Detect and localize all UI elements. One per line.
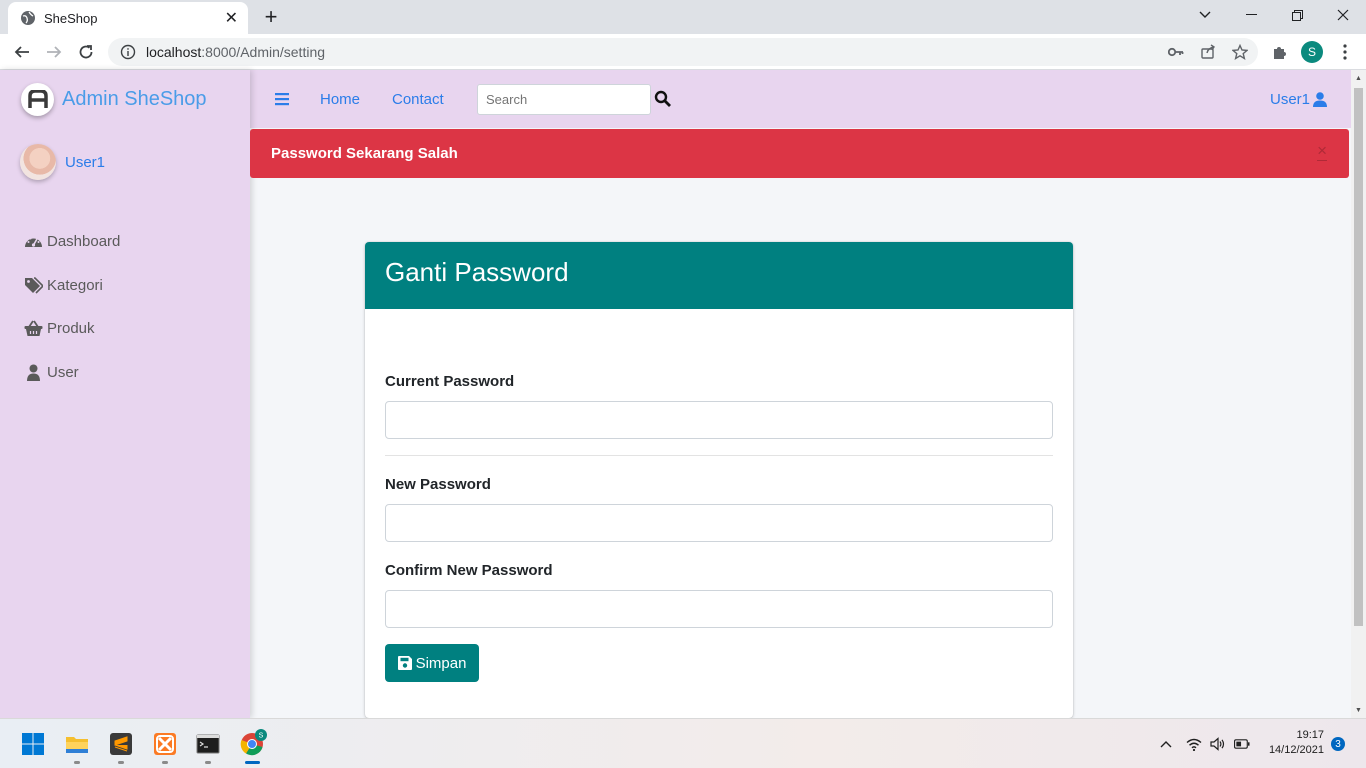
sidebar-item-label: Dashboard bbox=[47, 233, 121, 251]
tab-search-icon[interactable] bbox=[1182, 0, 1228, 30]
brand-logo bbox=[21, 82, 54, 116]
user-icon bbox=[27, 364, 40, 381]
clock-date: 14/12/2021 bbox=[1268, 744, 1324, 756]
windows-start-icon[interactable] bbox=[21, 732, 45, 756]
notification-badge[interactable]: 3 bbox=[1331, 737, 1345, 751]
sidebar-item-label: User bbox=[47, 363, 79, 381]
scroll-down-icon[interactable]: ▼ bbox=[1354, 705, 1363, 715]
terminal-icon[interactable] bbox=[196, 732, 220, 756]
sidebar-item-label: Produk bbox=[47, 320, 95, 338]
new-tab-button[interactable]: + bbox=[258, 4, 284, 30]
arrow-left-icon bbox=[14, 46, 29, 58]
error-alert: Password Sekarang Salah × bbox=[250, 129, 1349, 178]
key-icon[interactable] bbox=[1166, 42, 1186, 62]
search-icon[interactable] bbox=[654, 90, 672, 108]
save-button-label: Simpan bbox=[415, 654, 467, 672]
address-bar[interactable]: localhost:8000/Admin/setting bbox=[108, 38, 1258, 66]
tab-close-icon[interactable]: ✕ bbox=[225, 8, 238, 28]
chrome-profile-badge: S bbox=[259, 733, 264, 740]
scroll-up-icon[interactable]: ▲ bbox=[1354, 73, 1363, 83]
confirm-password-input[interactable] bbox=[385, 590, 1053, 628]
top-navbar: Home Contact User1 bbox=[250, 70, 1351, 128]
nav-contact-link[interactable]: Contact bbox=[392, 91, 444, 108]
windows-taskbar: S 19:17 14/12/2021 3 bbox=[0, 718, 1366, 768]
current-password-input[interactable] bbox=[385, 401, 1053, 439]
tags-icon bbox=[25, 276, 43, 294]
sidebar-item-user[interactable]: User bbox=[24, 351, 120, 395]
taskbar-indicator bbox=[162, 761, 168, 764]
brand-logo-icon bbox=[27, 90, 48, 108]
brand-text: Admin SheShop bbox=[62, 87, 207, 110]
user-menu-label: User1 bbox=[1269, 91, 1310, 108]
card-header: Ganti Password bbox=[365, 242, 1073, 309]
xampp-icon[interactable] bbox=[153, 732, 177, 756]
save-icon bbox=[397, 656, 412, 670]
change-password-card: Ganti Password Current Password New Pass… bbox=[365, 242, 1073, 718]
avatar bbox=[20, 144, 56, 180]
browser-tab[interactable]: SheShop ✕ bbox=[8, 2, 248, 34]
arrow-right-icon bbox=[47, 46, 62, 58]
system-clock[interactable]: 19:17 14/12/2021 bbox=[1262, 728, 1324, 758]
taskbar-active-indicator bbox=[245, 761, 260, 764]
info-icon[interactable] bbox=[120, 44, 136, 60]
scroll-thumb[interactable] bbox=[1354, 88, 1363, 626]
current-password-label: Current Password bbox=[385, 373, 515, 390]
reload-button[interactable] bbox=[74, 40, 98, 64]
volume-icon[interactable] bbox=[1210, 736, 1226, 752]
wifi-icon[interactable] bbox=[1186, 736, 1202, 752]
tachometer-icon bbox=[25, 237, 42, 248]
url-text: localhost:8000/Admin/setting bbox=[146, 44, 326, 60]
profile-avatar[interactable]: S bbox=[1301, 41, 1323, 63]
page-scrollbar[interactable]: ▲ ▼ bbox=[1351, 70, 1366, 718]
sidebar-menu: Dashboard Kategori Produk User bbox=[24, 220, 120, 394]
sidebar-username[interactable]: User1 bbox=[65, 154, 105, 171]
extensions-icon[interactable] bbox=[1270, 42, 1290, 62]
back-button[interactable] bbox=[10, 40, 34, 64]
divider bbox=[385, 455, 1053, 456]
new-password-input[interactable] bbox=[385, 504, 1053, 542]
taskbar-indicator bbox=[205, 761, 211, 764]
restore-button[interactable] bbox=[1274, 0, 1320, 30]
tab-title: SheShop bbox=[44, 10, 98, 26]
card-title: Ganti Password bbox=[385, 257, 569, 287]
clock-time: 19:17 bbox=[1296, 729, 1324, 741]
file-explorer-icon[interactable] bbox=[65, 732, 89, 756]
battery-icon[interactable] bbox=[1234, 736, 1250, 752]
alert-message: Password Sekarang Salah bbox=[271, 145, 458, 162]
reload-icon bbox=[79, 45, 93, 59]
share-icon[interactable] bbox=[1198, 42, 1218, 62]
tray-chevron-up-icon[interactable] bbox=[1158, 736, 1174, 752]
bookmark-star-icon[interactable] bbox=[1230, 42, 1250, 62]
minimize-button[interactable] bbox=[1228, 0, 1274, 30]
sublime-text-icon[interactable] bbox=[109, 732, 133, 756]
confirm-password-label: Confirm New Password bbox=[385, 562, 553, 579]
more-menu-icon[interactable] bbox=[1335, 42, 1355, 62]
new-password-label: New Password bbox=[385, 476, 491, 493]
sidebar-item-dashboard[interactable]: Dashboard bbox=[24, 220, 120, 264]
taskbar-indicator bbox=[118, 761, 124, 764]
brand-link[interactable]: Admin SheShop bbox=[0, 70, 250, 128]
browser-tabbar: SheShop ✕ + bbox=[0, 0, 1366, 34]
nav-home-link[interactable]: Home bbox=[320, 91, 360, 108]
hamburger-menu-icon[interactable] bbox=[274, 91, 290, 107]
close-window-button[interactable] bbox=[1320, 0, 1366, 30]
basket-icon bbox=[24, 320, 43, 337]
user-panel[interactable]: User1 bbox=[20, 144, 105, 180]
user-icon bbox=[1313, 92, 1327, 107]
sidebar-item-kategori[interactable]: Kategori bbox=[24, 264, 120, 308]
chrome-icon[interactable]: S bbox=[240, 729, 267, 756]
user-menu[interactable]: User1 bbox=[1270, 91, 1327, 108]
forward-button[interactable] bbox=[42, 40, 66, 64]
browser-toolbar: localhost:8000/Admin/setting S bbox=[0, 34, 1366, 70]
taskbar-indicator bbox=[74, 761, 80, 764]
sidebar: Admin SheShop User1 Dashboard Kategori P… bbox=[0, 70, 250, 718]
globe-icon bbox=[21, 11, 35, 25]
save-button[interactable]: Simpan bbox=[385, 644, 479, 682]
sidebar-item-label: Kategori bbox=[47, 276, 103, 294]
search-input[interactable] bbox=[477, 84, 651, 115]
sidebar-item-produk[interactable]: Produk bbox=[24, 307, 120, 351]
alert-close-icon[interactable]: × bbox=[1317, 142, 1327, 161]
